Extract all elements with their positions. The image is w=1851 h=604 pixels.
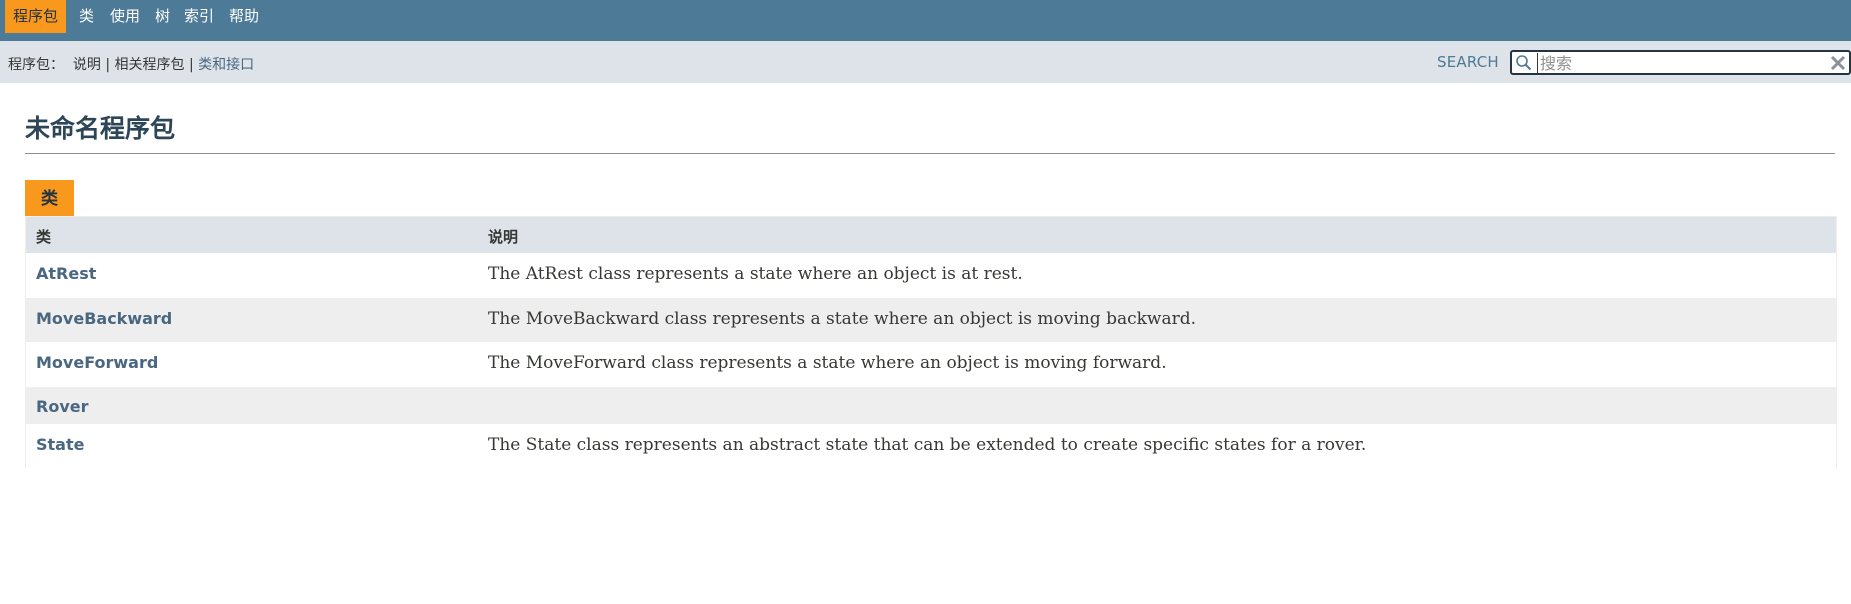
nav-tree[interactable]: 树	[155, 0, 170, 33]
table-row: State The State class represents an abst…	[26, 424, 1836, 468]
class-description: The State class represents an abstract s…	[488, 435, 1367, 455]
table-row: Rover	[26, 387, 1836, 424]
package-label: 程序包：	[8, 57, 64, 73]
title-divider	[25, 153, 1835, 154]
separator: |	[188, 57, 194, 73]
class-link[interactable]: Rover	[36, 397, 88, 416]
package-section-links: 程序包： 说明 | 相关程序包 | 类和接口	[8, 54, 254, 74]
link-description[interactable]: 说明	[73, 57, 101, 73]
table-header: 类 说明	[26, 217, 1836, 253]
search-label: SEARCH	[1437, 53, 1499, 71]
nav-package[interactable]: 程序包	[5, 0, 67, 33]
class-link[interactable]: State	[36, 435, 84, 454]
class-description: The AtRest class represents a state wher…	[488, 264, 1023, 284]
table-row: MoveBackward The MoveBackward class repr…	[26, 298, 1836, 342]
table-row: MoveForward The MoveForward class repres…	[26, 342, 1836, 387]
link-related-packages[interactable]: 相关程序包	[115, 57, 185, 73]
reset-search-icon[interactable]	[1828, 53, 1848, 73]
class-summary-table: 类 说明 AtRest The AtRest class represents …	[25, 216, 1837, 468]
page-title: 未命名程序包	[25, 114, 176, 143]
sub-navigation-bar: 程序包： 说明 | 相关程序包 | 类和接口 SEARCH	[0, 41, 1851, 83]
class-link[interactable]: AtRest	[36, 264, 96, 283]
class-link[interactable]: MoveBackward	[36, 309, 172, 328]
nav-class[interactable]: 类	[79, 0, 94, 33]
top-navigation-bar: 程序包 类 使用 树 索引 帮助	[0, 0, 1851, 41]
separator: |	[105, 57, 111, 73]
search-icon	[1516, 55, 1532, 71]
search-box[interactable]	[1510, 50, 1851, 75]
column-header-class: 类	[36, 228, 52, 246]
nav-index[interactable]: 索引	[184, 0, 214, 33]
column-header-description: 说明	[488, 228, 519, 246]
nav-use[interactable]: 使用	[110, 0, 140, 33]
class-link[interactable]: MoveForward	[36, 353, 158, 372]
nav-help[interactable]: 帮助	[229, 0, 259, 33]
class-summary-caption-tab: 类	[25, 180, 74, 216]
link-classes-and-interfaces[interactable]: 类和接口	[198, 57, 254, 73]
class-description: The MoveBackward class represents a stat…	[488, 309, 1197, 329]
class-description: The MoveForward class represents a state…	[488, 353, 1167, 373]
search-input[interactable]	[1537, 53, 1817, 73]
table-row: AtRest The AtRest class represents a sta…	[26, 253, 1836, 298]
